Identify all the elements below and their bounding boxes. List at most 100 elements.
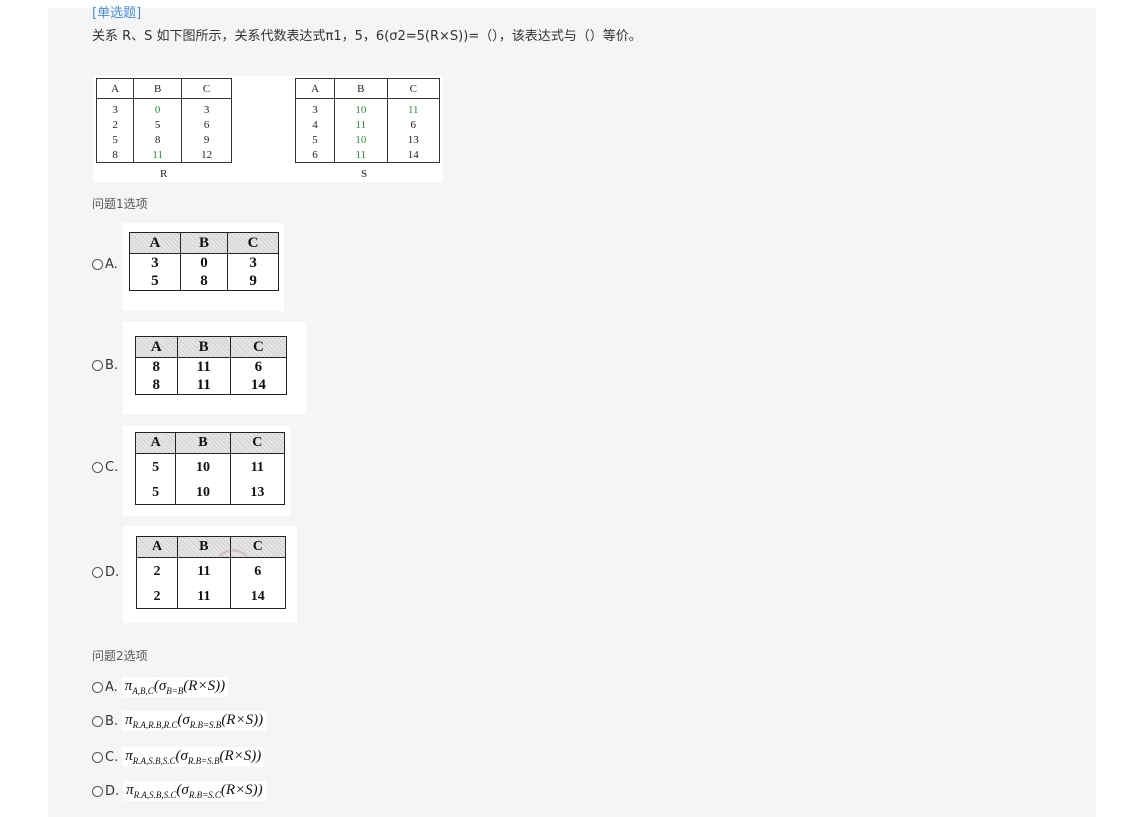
- cell: 9: [227, 272, 279, 291]
- q1-option-b-image: A B C 8 11 6 8 11 14: [123, 322, 306, 414]
- radio-button[interactable]: [92, 462, 103, 473]
- cell: 4: [294, 117, 336, 132]
- cell: 3: [129, 253, 181, 272]
- cell: 6: [386, 117, 441, 132]
- q1-option-c[interactable]: C.: [92, 460, 118, 475]
- radio-button[interactable]: [92, 751, 103, 763]
- cell: 13: [386, 132, 441, 147]
- option-letter: D.: [105, 783, 120, 799]
- column-header: A: [95, 78, 135, 99]
- column-header: C: [181, 78, 232, 99]
- relation-s-caption: S: [361, 168, 368, 180]
- radio-button[interactable]: [92, 681, 103, 693]
- cell: 14: [229, 376, 288, 395]
- column-header: A: [129, 232, 181, 254]
- formula-body: (R×S)): [183, 678, 226, 694]
- projection-subscript: R.A,S.B,S.C: [133, 790, 177, 800]
- answer-table: A B C 8 11 6 8 11 14: [135, 336, 288, 395]
- cell: 11: [386, 98, 441, 117]
- cell: 14: [386, 147, 441, 163]
- question-panel: [单选题] 关系 R、S 如下图所示，关系代数表达式π1，5，6(σ2=5(R×…: [48, 6, 1096, 817]
- relation-s-table: A B C 3 10 11 4 11 6 5 10 13 6 11 14: [294, 78, 441, 163]
- cell: 3: [294, 98, 336, 117]
- column-header: B: [179, 232, 229, 254]
- table-row: 2 11 6: [135, 557, 287, 586]
- cell: 3: [181, 98, 232, 117]
- cell: 10: [175, 453, 231, 482]
- cell: 6: [294, 147, 336, 163]
- column-header: B: [175, 432, 231, 454]
- table-row: 3 10 11: [294, 98, 441, 117]
- watermark-graphic: ⌒: [218, 549, 248, 582]
- table-row: 8 11 14: [135, 376, 288, 395]
- cell: 10: [175, 482, 231, 505]
- table-row: 3 0 3: [95, 98, 232, 117]
- q2-option-d[interactable]: D. πR.A,S.B,S.C(σR.B=S.C(R×S)): [92, 781, 266, 801]
- table-row: 5 8 9: [129, 272, 279, 291]
- cell: 5: [95, 132, 135, 147]
- question-text: 关系 R、S 如下图所示，关系代数表达式π1，5，6(σ2=5(R×S))=（）…: [92, 29, 642, 44]
- cell: 11: [229, 453, 286, 482]
- answer-table: A B C 2 11 6 2 11 14: [135, 536, 287, 609]
- question-type-tag: [单选题]: [92, 6, 142, 21]
- pi-symbol: π: [126, 782, 134, 798]
- cell: 0: [133, 98, 183, 117]
- cell: 8: [179, 272, 229, 291]
- option-letter: A.: [105, 679, 118, 695]
- option-letter: B.: [105, 713, 119, 729]
- radio-button[interactable]: [92, 360, 103, 371]
- q1-option-c-image: A B C 5 10 11 5 10 13: [123, 426, 290, 516]
- table-row: 2 11 14: [135, 586, 287, 609]
- cell: 11: [334, 117, 388, 132]
- q1-option-b[interactable]: B.: [92, 358, 118, 373]
- option-letter: A.: [105, 257, 118, 272]
- cell: 6: [181, 117, 232, 132]
- cell: 11: [176, 376, 231, 395]
- cell: 8: [135, 357, 178, 376]
- radio-button[interactable]: [92, 715, 103, 727]
- pi-symbol: π: [125, 712, 133, 728]
- q1-option-d[interactable]: D.: [92, 565, 119, 580]
- answer-table: A B C 3 0 3 5 8 9: [129, 232, 279, 291]
- cell: 5: [134, 453, 177, 482]
- cell: 5: [133, 117, 183, 132]
- table-row: 5 8 9: [95, 132, 232, 147]
- cell: 11: [334, 147, 388, 163]
- cell: 2: [135, 586, 179, 609]
- selection-subscript: B=B: [166, 686, 184, 696]
- column-header: A: [134, 432, 177, 454]
- cell: 5: [129, 272, 181, 291]
- cell: 8: [133, 132, 183, 147]
- column-header: B: [133, 78, 183, 99]
- option-letter: B.: [105, 358, 119, 373]
- q2-option-b[interactable]: B. πR.A,R.B,R.C(σR.B=S.B(R×S)): [92, 711, 267, 731]
- option-letter: C.: [105, 749, 119, 765]
- q2-section-label: 问题2选项: [92, 649, 148, 663]
- q1-option-a[interactable]: A.: [92, 257, 118, 272]
- cell: 5: [134, 482, 177, 505]
- table-row: 5 10 13: [294, 132, 441, 147]
- radio-button[interactable]: [92, 259, 103, 270]
- cell: 2: [135, 557, 179, 586]
- cell: 5: [294, 132, 336, 147]
- column-header: A: [294, 78, 336, 99]
- relation-r-table: A B C 3 0 3 2 5 6 5 8 9 8 11 12: [95, 78, 232, 163]
- cell: 14: [229, 586, 287, 609]
- option-letter: C.: [105, 460, 119, 475]
- table-row: 8 11 12: [95, 147, 232, 163]
- table-row: 2 5 6: [95, 117, 232, 132]
- table-row: 6 11 14: [294, 147, 441, 163]
- projection-subscript: R.A,S.B,S.C: [132, 756, 176, 766]
- table-row: 5 10 11: [134, 453, 286, 482]
- q2-option-c[interactable]: C. πR.A,S.B,S.C(σR.B=S.B(R×S)): [92, 747, 265, 767]
- q2-option-a[interactable]: A. πA,B,C(σB=B(R×S)): [92, 677, 229, 697]
- radio-button[interactable]: [92, 567, 103, 578]
- radio-button[interactable]: [92, 785, 103, 797]
- cell: 11: [177, 586, 231, 609]
- cell: 3: [227, 253, 279, 272]
- cell: 9: [181, 132, 232, 147]
- sigma-symbol: σ: [181, 782, 189, 798]
- formula: πR.A,S.B,S.C(σR.B=S.B(R×S)): [122, 747, 265, 767]
- formula: πR.A,R.B,R.C(σR.B=S.B(R×S)): [122, 711, 267, 731]
- cell: 13: [229, 482, 286, 505]
